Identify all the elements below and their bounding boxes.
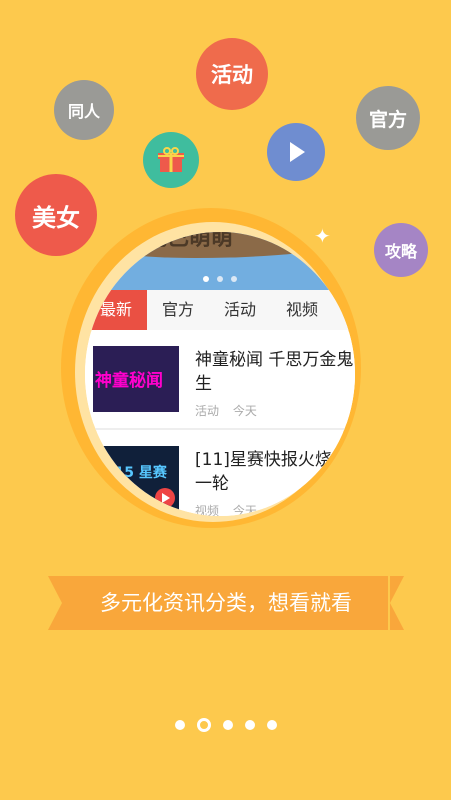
- page-dot[interactable]: [222, 720, 233, 730]
- page-dot[interactable]: [266, 720, 277, 730]
- list-item[interactable]: 神童秘闻 神童秘闻 千思万金鬼生 活动 今天: [85, 332, 355, 424]
- bubble-fanart: 同人: [54, 80, 114, 140]
- page-dot[interactable]: [244, 720, 255, 730]
- bubble-official: 官方: [356, 86, 420, 150]
- news-meta: 活动 今天: [195, 402, 267, 419]
- news-time: 今天: [232, 404, 257, 418]
- page-indicator: [0, 718, 451, 732]
- news-category: 活动: [195, 404, 220, 418]
- feature-ribbon: 多元化资讯分类，想看就看: [48, 576, 404, 630]
- banner-dot: [231, 276, 237, 282]
- thumbnail-caption: 2015 星赛: [95, 465, 167, 481]
- news-category: 视频: [195, 504, 220, 516]
- tab-official[interactable]: 官方: [147, 290, 209, 330]
- list-item[interactable]: 2015 星赛 [11]星赛快报火烧第一轮 视频 今天: [85, 432, 355, 516]
- play-icon: [155, 488, 175, 508]
- news-thumbnail: 2015 星赛: [93, 446, 179, 512]
- gift-icon-svg: [158, 147, 184, 172]
- banner-dot: [203, 276, 209, 282]
- play-icon-svg: [290, 142, 305, 162]
- bubble-guide: 攻略: [374, 223, 428, 277]
- category-tabs: 最新 官方 活动 视频 攻: [85, 290, 355, 330]
- banner-dot: [217, 276, 223, 282]
- banner-text: 蛇已萌萌: [145, 232, 234, 251]
- page-dot[interactable]: [174, 720, 185, 730]
- phone-preview: 蛇已萌萌 最新 官方 活动 视频 攻 神童秘闻 神童秘闻 千思万金鬼生 活动 今…: [85, 232, 355, 516]
- news-thumbnail: 神童秘闻: [93, 346, 179, 412]
- news-time: 今天: [232, 504, 257, 516]
- divider: [85, 428, 355, 430]
- tab-latest[interactable]: 最新: [85, 290, 147, 330]
- banner-dots: [85, 276, 355, 282]
- thumbnail-caption: 神童秘闻: [95, 371, 163, 391]
- gift-icon: [143, 132, 199, 188]
- page-dot-active[interactable]: [196, 718, 211, 732]
- news-title: 神童秘闻 千思万金鬼生: [195, 350, 354, 394]
- bubble-activity: 活动: [196, 38, 268, 110]
- play-icon: [267, 123, 325, 181]
- tab-activity[interactable]: 活动: [209, 290, 271, 330]
- ribbon-text: 多元化资讯分类，想看就看: [100, 591, 352, 615]
- banner[interactable]: 蛇已萌萌: [85, 232, 355, 290]
- tab-video[interactable]: 视频: [271, 290, 333, 330]
- news-meta: 视频 今天: [195, 502, 267, 516]
- tab-guide[interactable]: 攻: [333, 290, 355, 330]
- news-title: [11]星赛快报火烧第一轮: [195, 450, 349, 494]
